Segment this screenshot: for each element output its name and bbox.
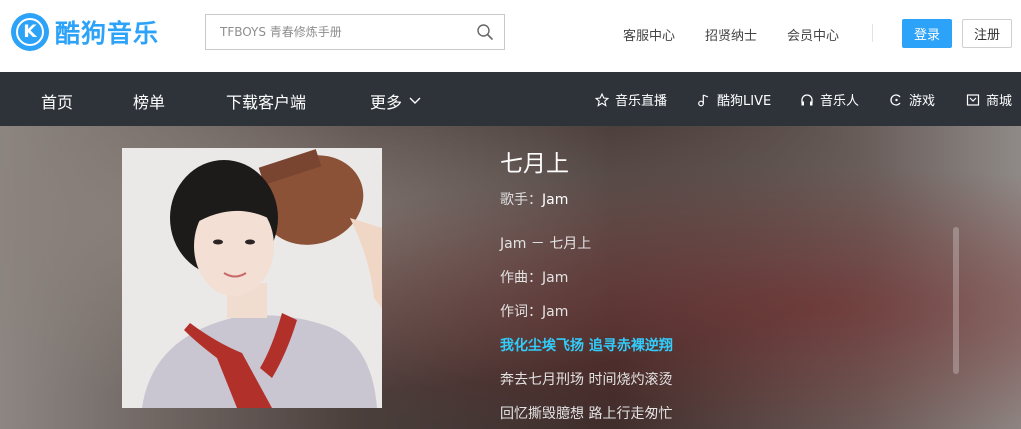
lyrics-scrollbar[interactable] (953, 227, 959, 374)
nav-more[interactable]: 更多 (370, 89, 421, 113)
top-links: 客服中心 招贤纳士 会员中心 (623, 25, 869, 44)
song-title: 七月上 (500, 151, 569, 177)
logo-letter: K (23, 22, 37, 42)
nav-games-label: 游戏 (909, 94, 936, 109)
music-note-icon (698, 93, 709, 106)
nav-kugou-live-label: 酷狗LIVE (717, 94, 772, 109)
search-input[interactable] (206, 15, 456, 49)
main-nav: 首页 榜单 下载客户端 更多 音乐直播 酷狗LIVE 音乐人 游戏 商城 (0, 72, 1021, 126)
artist-name[interactable]: Jam (542, 192, 568, 208)
register-button[interactable]: 注册 (962, 19, 1012, 48)
nav-music-live[interactable]: 音乐直播 (595, 90, 667, 109)
lyric-line: Jam － 七月上 (500, 236, 592, 252)
game-icon (890, 93, 901, 106)
nav-more-label: 更多 (370, 93, 403, 112)
top-header: K 酷狗音乐 客服中心 招贤纳士 会员中心 登录 注册 (0, 0, 1021, 72)
lyric-line: 奔去七月刑场 时间烧灼滚烫 (500, 372, 673, 388)
star-icon (595, 92, 609, 107)
logo-text: 酷狗音乐 (55, 19, 160, 48)
link-customer-service[interactable]: 客服中心 (623, 25, 675, 44)
search-box (205, 14, 505, 50)
link-vip-center[interactable]: 会员中心 (787, 25, 839, 44)
shop-icon (966, 93, 980, 106)
lyric-line: 作词：Jam (500, 304, 569, 320)
nav-kugou-live[interactable]: 酷狗LIVE (697, 90, 771, 109)
lyric-line-active: 我化尘埃飞扬 追寻赤裸逆翔 (500, 338, 673, 354)
album-cover-image (122, 148, 382, 408)
album-cover (122, 148, 382, 408)
artist-label: 歌手： (500, 192, 542, 208)
nav-musicians-label: 音乐人 (820, 94, 860, 109)
nav-shop-label: 商城 (986, 94, 1013, 109)
chevron-down-icon (409, 97, 421, 104)
nav-musicians[interactable]: 音乐人 (800, 90, 859, 109)
nav-games[interactable]: 游戏 (889, 90, 935, 109)
nav-home[interactable]: 首页 (41, 89, 73, 113)
login-button[interactable]: 登录 (902, 19, 952, 48)
link-careers[interactable]: 招贤纳士 (705, 25, 757, 44)
nav-download-client[interactable]: 下载客户端 (226, 89, 306, 113)
logo-icon: K (11, 13, 49, 51)
nav-shop[interactable]: 商城 (966, 90, 1012, 109)
search-icon[interactable] (476, 23, 494, 41)
lyric-line: 回忆撕毁臆想 路上行走匆忙 (500, 406, 673, 422)
headphones-icon (801, 93, 813, 105)
lyric-line: 作曲：Jam (500, 270, 569, 286)
nav-charts[interactable]: 榜单 (133, 89, 165, 113)
divider (872, 24, 873, 42)
nav-music-live-label: 音乐直播 (615, 94, 668, 109)
logo[interactable]: K 酷狗音乐 (11, 13, 159, 51)
artist-line: 歌手：Jam (500, 189, 568, 209)
song-panel: 七月上 歌手：Jam Jam － 七月上 作曲：Jam 作词：Jam 我化尘埃飞… (0, 126, 1021, 429)
